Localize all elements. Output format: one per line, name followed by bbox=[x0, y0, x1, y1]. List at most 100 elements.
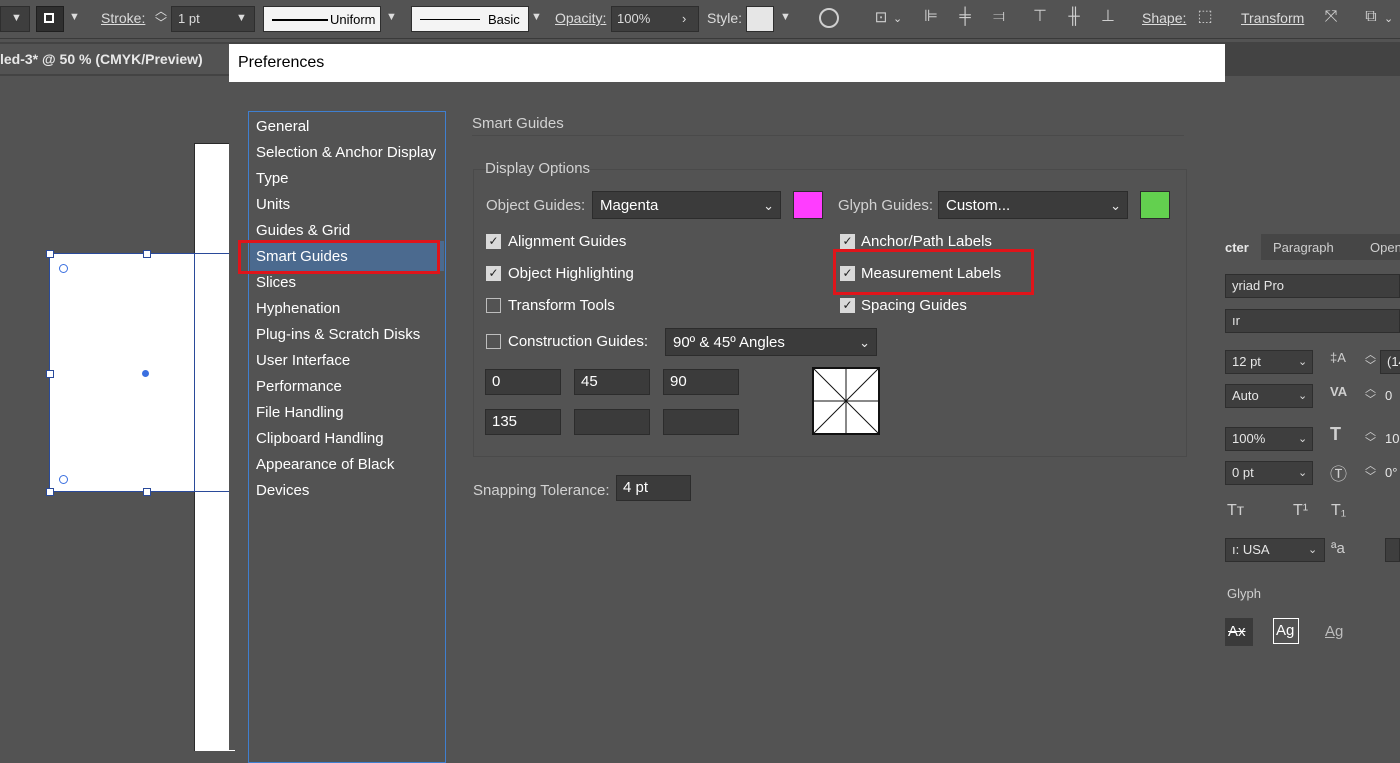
shape-bounds-icon[interactable]: ⬚ bbox=[1196, 9, 1214, 25]
nav-item-hyphenation[interactable]: Hyphenation bbox=[256, 298, 340, 320]
object-guides-color-swatch[interactable] bbox=[793, 191, 823, 219]
chevron-down-icon[interactable]: ▼ bbox=[386, 11, 397, 23]
tracking-icon: VA bbox=[1330, 384, 1348, 399]
font-family-field[interactable]: yriad Pro bbox=[1225, 274, 1400, 298]
align-to-icon[interactable]: ⊡ bbox=[872, 10, 890, 25]
display-options-label: Display Options bbox=[485, 160, 591, 177]
stroke-weight-field[interactable]: 1 pt ▼ bbox=[171, 6, 255, 32]
section-title: Smart Guides bbox=[472, 115, 564, 132]
anchor-path-labels-checkbox[interactable]: ✓ bbox=[840, 234, 855, 249]
spacing-guides-label: Spacing Guides bbox=[861, 297, 967, 314]
corner-widget[interactable] bbox=[59, 264, 68, 273]
subscript-button[interactable]: T₁ bbox=[1331, 502, 1346, 520]
dialog-title-bar: Preferences bbox=[229, 44, 1225, 82]
object-guides-select[interactable]: Magenta ⌄ bbox=[592, 191, 781, 219]
nav-item-file-handling[interactable]: File Handling bbox=[256, 402, 344, 424]
transform-tools-checkbox[interactable] bbox=[486, 298, 501, 313]
snapping-tolerance-label: Snapping Tolerance: bbox=[473, 482, 610, 499]
tracking-stepper[interactable]: ︿ ﹀ bbox=[1365, 384, 1376, 406]
object-highlighting-checkbox[interactable]: ✓ bbox=[486, 266, 501, 281]
recolor-artwork-icon[interactable] bbox=[819, 8, 839, 28]
leading-field[interactable]: (14 bbox=[1380, 350, 1400, 374]
nav-item-appearance-of-black[interactable]: Appearance of Black bbox=[256, 454, 394, 476]
bounding-box-handle[interactable] bbox=[46, 488, 54, 496]
vertical-scale-field[interactable]: 100% ⌄ bbox=[1225, 427, 1313, 451]
all-caps-button[interactable]: Tт bbox=[1227, 502, 1244, 520]
nav-item-slices[interactable]: Slices bbox=[256, 272, 296, 294]
tab-opentype[interactable]: OpenTy bbox=[1370, 240, 1400, 255]
kerning-field[interactable]: Auto ⌄ bbox=[1225, 384, 1313, 408]
align-bottom-icon[interactable]: ⊥ bbox=[1099, 9, 1117, 25]
bounding-box-handle[interactable] bbox=[143, 488, 151, 496]
angle-field-2[interactable]: 45 bbox=[574, 369, 650, 395]
align-right-icon[interactable]: ⫤ bbox=[990, 9, 1008, 25]
corner-widget[interactable] bbox=[59, 475, 68, 484]
alignment-guides-checkbox[interactable]: ✓ bbox=[486, 234, 501, 249]
chevron-down-icon[interactable]: ⌄ bbox=[893, 12, 902, 25]
superscript-button[interactable]: T¹ bbox=[1293, 502, 1308, 520]
snapping-tolerance-field[interactable]: 4 pt bbox=[616, 475, 691, 501]
bounding-box-handle[interactable] bbox=[143, 250, 151, 258]
glyph-snap-button[interactable]: Ax bbox=[1225, 618, 1253, 646]
variable-width-profile-select[interactable]: Uniform bbox=[263, 6, 381, 32]
glyph-bounds-button[interactable]: Ag bbox=[1273, 618, 1299, 644]
isolate-selection-icon[interactable]: ⧉ bbox=[1362, 9, 1380, 25]
anti-aliasing-select[interactable] bbox=[1385, 538, 1400, 562]
nav-item-clipboard-handling[interactable]: Clipboard Handling bbox=[256, 428, 384, 450]
angle-field-6[interactable] bbox=[663, 409, 739, 435]
construction-guides-checkbox[interactable] bbox=[486, 334, 501, 349]
chevron-down-icon[interactable]: ▼ bbox=[780, 11, 791, 23]
horizontal-scale-stepper[interactable]: ︿ ﹀ bbox=[1365, 427, 1376, 449]
chevron-down-icon[interactable]: ▼ bbox=[531, 11, 542, 23]
bounding-box-handle[interactable] bbox=[46, 250, 54, 258]
opacity-field[interactable]: 100% › bbox=[611, 6, 699, 32]
selected-rectangle[interactable] bbox=[46, 250, 234, 496]
leading-stepper[interactable]: ︿ ﹀ bbox=[1365, 350, 1376, 372]
font-style-field[interactable]: ır bbox=[1225, 309, 1400, 333]
angles-preview-icon bbox=[812, 367, 880, 435]
stroke-swatch[interactable] bbox=[36, 6, 64, 32]
nav-item-guides-grid[interactable]: Guides & Grid bbox=[256, 220, 350, 242]
transform-each-icon[interactable]: ⤧ bbox=[1322, 9, 1340, 25]
section-divider bbox=[472, 135, 1184, 136]
spacing-guides-checkbox[interactable]: ✓ bbox=[840, 298, 855, 313]
glyph-guides-color-swatch[interactable] bbox=[1140, 191, 1170, 219]
glyph-guides-select[interactable]: Custom... ⌄ bbox=[938, 191, 1128, 219]
fill-swatch-dropdown[interactable]: ▼ bbox=[0, 6, 30, 32]
angle-field-4[interactable]: 135 bbox=[485, 409, 561, 435]
rotation-stepper[interactable]: ︿ ﹀ bbox=[1365, 461, 1376, 483]
baseline-shift-field[interactable]: 0 pt ⌄ bbox=[1225, 461, 1313, 485]
language-select[interactable]: ı: USA ⌄ bbox=[1225, 538, 1325, 562]
chevron-down-icon[interactable]: ▼ bbox=[69, 11, 80, 23]
glyph-proximity-button[interactable]: Ag bbox=[1323, 618, 1351, 646]
horizontal-scale-value[interactable]: 10 bbox=[1385, 431, 1399, 446]
font-size-field[interactable]: 12 pt ⌄ bbox=[1225, 350, 1313, 374]
align-top-icon[interactable]: ⊤ bbox=[1031, 9, 1049, 25]
rotation-value[interactable]: 0° bbox=[1385, 465, 1397, 480]
nav-item-type[interactable]: Type bbox=[256, 168, 289, 190]
nav-item-plugins-scratch-disks[interactable]: Plug-ins & Scratch Disks bbox=[256, 324, 420, 346]
tab-character[interactable]: cter bbox=[1225, 234, 1261, 260]
graphic-style-swatch[interactable] bbox=[746, 6, 774, 32]
nav-item-general[interactable]: General bbox=[256, 116, 309, 138]
document-tab[interactable]: led-3* @ 50 % (CMYK/Preview) bbox=[0, 44, 230, 74]
transform-link[interactable]: Transform bbox=[1241, 10, 1304, 26]
nav-item-selection-anchor-display[interactable]: Selection & Anchor Display bbox=[256, 142, 436, 164]
stroke-stepper[interactable]: ︿ ﹀ bbox=[155, 5, 167, 29]
angle-field-3[interactable]: 90 bbox=[663, 369, 739, 395]
align-horizontal-center-icon[interactable]: ╪ bbox=[956, 9, 974, 25]
nav-item-performance[interactable]: Performance bbox=[256, 376, 342, 398]
nav-item-user-interface[interactable]: User Interface bbox=[256, 350, 350, 372]
nav-item-units[interactable]: Units bbox=[256, 194, 290, 216]
tab-paragraph[interactable]: Paragraph bbox=[1273, 240, 1334, 255]
angle-field-1[interactable]: 0 bbox=[485, 369, 561, 395]
brush-definition-select[interactable]: Basic bbox=[411, 6, 529, 32]
align-left-icon[interactable]: ⊫ bbox=[922, 9, 940, 25]
tracking-value[interactable]: 0 bbox=[1385, 388, 1392, 403]
chevron-down-icon[interactable]: ⌄ bbox=[1384, 12, 1393, 25]
construction-angles-select[interactable]: 90º & 45º Angles ⌄ bbox=[665, 328, 877, 356]
angle-field-5[interactable] bbox=[574, 409, 650, 435]
nav-item-devices[interactable]: Devices bbox=[256, 480, 309, 502]
bounding-box-handle[interactable] bbox=[46, 370, 54, 378]
align-vertical-center-icon[interactable]: ╫ bbox=[1065, 9, 1083, 25]
